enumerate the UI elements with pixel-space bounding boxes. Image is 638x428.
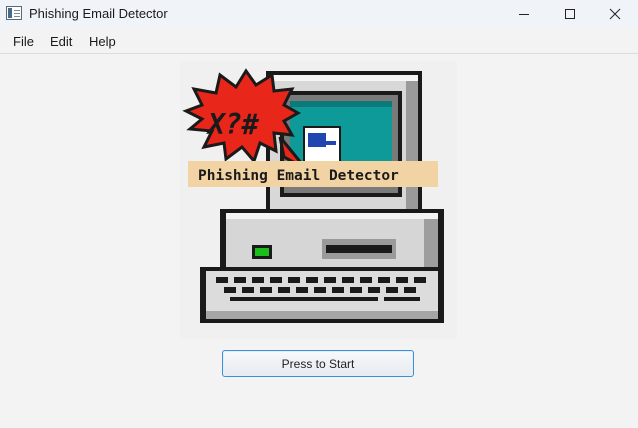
close-button[interactable] (592, 0, 638, 28)
menu-file[interactable]: File (13, 34, 34, 49)
minimize-button[interactable] (501, 0, 547, 28)
burst-text: X?# (206, 108, 260, 141)
minimize-icon (519, 14, 529, 15)
start-button[interactable]: Press to Start (222, 350, 414, 377)
retro-computer-icon: X?# Phishing Email Detector (182, 68, 444, 323)
menu-help[interactable]: Help (89, 34, 116, 49)
computer-illustration: X?# Phishing Email Detector (180, 61, 457, 339)
app-icon (6, 6, 22, 20)
banner-title: Phishing Email Detector (198, 168, 399, 184)
app-window: Phishing Email Detector File Edit Help X… (0, 0, 638, 428)
menu-bar: File Edit Help (0, 28, 638, 54)
maximize-button[interactable] (547, 0, 593, 28)
window-title: Phishing Email Detector (29, 6, 168, 21)
menu-edit[interactable]: Edit (50, 34, 72, 49)
title-bar: Phishing Email Detector (0, 0, 638, 28)
maximize-icon (565, 9, 575, 19)
close-icon (609, 8, 621, 20)
main-content: X?# Phishing Email Detector Press to Sta… (0, 55, 638, 428)
